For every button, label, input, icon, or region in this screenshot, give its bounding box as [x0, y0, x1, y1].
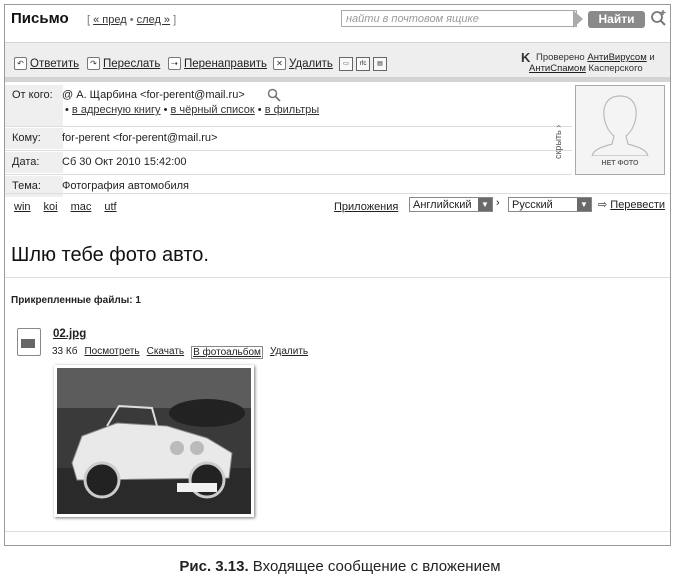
from-value: @ А. Щарбина <for-perent@mail.ru> [62, 85, 245, 106]
save-to-album-link[interactable]: В фотоальбом [191, 346, 263, 359]
nav-separator: • [129, 14, 134, 26]
add-to-filters-link[interactable]: в фильтры [265, 104, 319, 116]
encoding-mac[interactable]: mac [71, 201, 92, 213]
add-to-addressbook-link[interactable]: в адресную книгу [72, 104, 161, 116]
chevron-down-icon: ▼ [478, 198, 492, 211]
delete-attachment-link[interactable]: Удалить [270, 346, 308, 359]
car-photo-image [57, 368, 251, 514]
divider [5, 277, 670, 278]
chevron-down-icon: ▼ [577, 198, 591, 211]
divider [5, 174, 572, 175]
advanced-search-icon[interactable] [650, 9, 668, 31]
message-navigation: [ « пред • след » ] [87, 14, 176, 26]
date-value: Сб 30 Окт 2010 15:42:00 [62, 156, 187, 168]
target-language-select[interactable]: Русский ▼ [508, 197, 592, 212]
save-icon[interactable]: ▤ [373, 57, 387, 71]
translate-arrow-icon: ⇨ [598, 199, 608, 211]
message-toolbar: ↶ Ответить ↷ Переслать ⇢ Перенаправить ✕… [5, 42, 670, 82]
forward-button[interactable]: ↷ Переслать [87, 57, 160, 70]
reply-label: Ответить [30, 57, 80, 70]
message-body: Шлю тебе фото авто. [11, 244, 209, 266]
source-language-value: Английский [413, 199, 472, 211]
contact-icon: @ [62, 89, 74, 101]
redirect-button[interactable]: ⇢ Перенаправить [168, 57, 267, 70]
mail-window: Письмо [ « пред • след » ] найти в почто… [4, 4, 671, 546]
attachment-size: 33 Кб [52, 346, 78, 357]
divider [5, 193, 670, 194]
apps-link[interactable]: Приложения [334, 201, 398, 213]
to-label: Кому: [5, 128, 63, 149]
forward-label: Переслать [103, 57, 161, 70]
source-icon[interactable]: rfc [356, 57, 370, 71]
sender-actions: • в адресную книгу • в чёрный список • в… [65, 104, 320, 116]
translate-label: Перевести [610, 199, 666, 211]
divider [5, 531, 670, 532]
delete-icon: ✕ [273, 57, 286, 70]
download-attachment-link[interactable]: Скачать [147, 346, 185, 359]
from-address: А. Щарбина <for-perent@mail.ru> [76, 89, 245, 101]
from-row: От кого: @ А. Щарбина <for-perent@mail.r… [5, 85, 572, 126]
toolbar-extra-icons: ▭ rfc ▤ [339, 57, 387, 71]
no-photo-label: НЕТ ФОТО [601, 160, 639, 167]
from-label: От кого: [5, 85, 63, 126]
delete-button[interactable]: ✕ Удалить [273, 57, 333, 70]
reply-button[interactable]: ↶ Ответить [14, 57, 79, 70]
date-row: Дата: Сб 30 Окт 2010 15:42:00 [5, 152, 572, 173]
find-button[interactable]: Найти [588, 11, 645, 28]
kaspersky-notice: K Проверено АнтиВирусом и АнтиСпамом Кас… [521, 50, 655, 74]
sender-photo: НЕТ ФОТО [575, 85, 665, 175]
date-label: Дата: [5, 152, 63, 173]
av-text-3: Касперского [585, 63, 643, 74]
search-input[interactable]: найти в почтовом ящике [341, 10, 577, 27]
attachment-name-link[interactable]: 02.jpg [53, 328, 86, 340]
av-text-1: Проверено [536, 52, 588, 63]
prev-link[interactable]: « пред [93, 14, 127, 26]
kaspersky-logo-icon: K [521, 50, 531, 65]
nav-bracket-open: [ [87, 14, 91, 26]
language-arrow: › [496, 197, 500, 209]
hide-photo-toggle[interactable]: скрыть › [553, 107, 571, 177]
encoding-links: win koi mac utf [14, 201, 117, 213]
view-attachment-link[interactable]: Посмотреть [84, 346, 139, 359]
page-title: Письмо [11, 10, 69, 27]
divider [5, 150, 572, 151]
search-sender-icon[interactable] [267, 88, 281, 105]
nav-bracket-close: ] [173, 14, 177, 26]
encoding-utf[interactable]: utf [104, 201, 116, 213]
attachments-title: Прикрепленные файлы: 1 [11, 295, 141, 306]
antispam-link[interactable]: АнтиСпамом [529, 63, 586, 74]
target-language-value: Русский [512, 199, 553, 211]
hide-label: скрыть [553, 130, 563, 160]
av-text-2: и [646, 52, 655, 63]
redirect-icon: ⇢ [168, 57, 181, 70]
figure-caption-text: Входящее сообщение с вложением [248, 558, 501, 575]
print-icon[interactable]: ▭ [339, 57, 353, 71]
source-language-select[interactable]: Английский ▼ [409, 197, 493, 212]
encoding-koi[interactable]: koi [44, 201, 58, 213]
forward-icon: ↷ [87, 57, 100, 70]
search-arrow-decor [573, 10, 583, 28]
figure-label: Рис. 3.13. [179, 558, 249, 575]
attachment-actions: 33 Кб Посмотреть Скачать В фотоальбом Уд… [52, 346, 308, 359]
avatar-placeholder-icon [591, 95, 649, 157]
next-link[interactable]: след » [137, 14, 170, 26]
divider [5, 126, 572, 127]
delete-label: Удалить [289, 57, 333, 70]
redirect-label: Перенаправить [184, 57, 268, 70]
reply-icon: ↶ [14, 57, 27, 70]
image-file-icon [17, 328, 41, 356]
figure-caption: Рис. 3.13. Входящее сообщение с вложение… [0, 558, 680, 575]
encoding-win[interactable]: win [14, 201, 31, 213]
attachment-thumbnail[interactable] [54, 365, 254, 517]
add-to-blacklist-link[interactable]: в чёрный список [171, 104, 255, 116]
to-value: for-perent <for-perent@mail.ru> [62, 132, 218, 144]
to-row: Кому: for-perent <for-perent@mail.ru> [5, 128, 572, 149]
antivirus-link[interactable]: АнтиВирусом [587, 52, 646, 63]
translate-button[interactable]: ⇨ Перевести [598, 198, 665, 211]
